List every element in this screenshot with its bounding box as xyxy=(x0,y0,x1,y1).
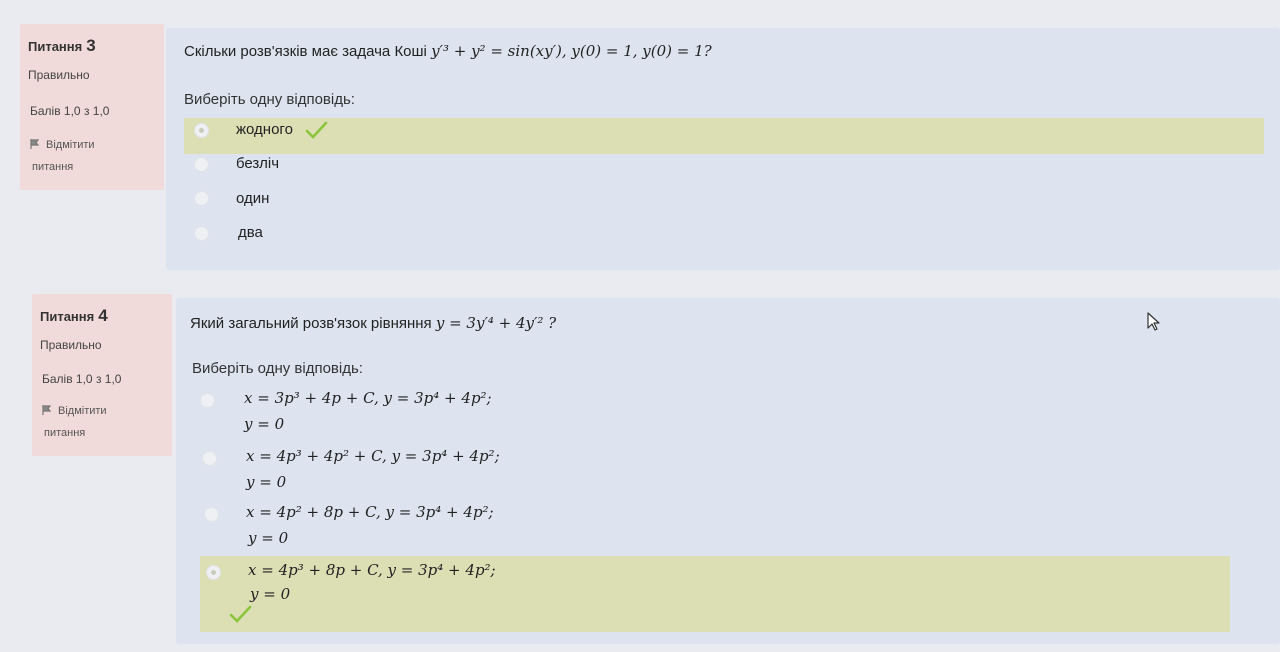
q4-answer-0-line1: x = 3p³ + 4p + C, y = 3p⁴ + 4p²; xyxy=(244,389,492,407)
q4-flag-text-2: питання xyxy=(44,427,86,439)
q4-state: Правильно xyxy=(40,338,102,352)
q4-answer-1-line1: x = 4p³ + 4p² + C, y = 3p⁴ + 4p²; xyxy=(246,447,500,465)
flag-icon xyxy=(42,401,52,415)
q4-number-label: Питання 4 xyxy=(40,306,108,326)
q3-answer-text-3: два xyxy=(238,224,263,241)
q3-answer-text-2: один xyxy=(236,190,270,207)
q3-label-text: Питання xyxy=(28,39,83,54)
q3-flag-question[interactable]: Відмітити питання xyxy=(30,134,95,178)
flag-icon xyxy=(30,135,40,149)
q4-answer-2-line2: y = 0 xyxy=(248,529,289,547)
q3-number: 3 xyxy=(86,36,96,55)
correct-check-icon xyxy=(304,120,328,145)
q4-radio-2[interactable] xyxy=(204,507,219,522)
q4-answer-1-line2: y = 0 xyxy=(246,473,287,491)
correct-check-icon xyxy=(228,604,252,629)
mouse-cursor-icon xyxy=(1146,312,1162,337)
q4-answer-2-line1: x = 4p² + 8p + C, y = 3p⁴ + 4p²; xyxy=(246,503,494,521)
q3-question-prefix: Скільки розв'язків має задача Коші xyxy=(184,43,427,60)
q3-radio-3[interactable] xyxy=(194,226,209,241)
q4-answer-3-line1: x = 4p³ + 8p + C, y = 3p⁴ + 4p²; xyxy=(248,561,496,579)
q3-number-label: Питання 3 xyxy=(28,36,96,56)
q3-prompt: Виберіть одну відповідь: xyxy=(184,91,355,108)
q3-answer-text-0: жодного xyxy=(236,121,293,138)
q4-radio-1[interactable] xyxy=(202,451,217,466)
q4-flag-text-1: Відмітити xyxy=(58,405,107,417)
q3-radio-0[interactable] xyxy=(194,123,209,138)
q3-answer-0 xyxy=(184,118,1264,154)
q3-state: Правильно xyxy=(28,68,90,82)
q3-flag-text-2: питання xyxy=(32,161,74,173)
q3-question-text: Скільки розв'язків має задача Коші y′³ +… xyxy=(184,42,712,60)
q4-grade: Балів 1,0 з 1,0 xyxy=(42,372,122,386)
q4-question-math: y = 3y′⁴ + 4y′² ? xyxy=(435,314,557,332)
q4-number: 4 xyxy=(98,306,108,325)
q4-radio-0[interactable] xyxy=(200,393,215,408)
q4-radio-3[interactable] xyxy=(206,565,221,580)
q4-flag-question[interactable]: Відмітити питання xyxy=(42,400,107,444)
q3-grade: Балів 1,0 з 1,0 xyxy=(30,104,110,118)
q3-flag-text-1: Відмітити xyxy=(46,139,95,151)
q3-radio-2[interactable] xyxy=(194,191,209,206)
q3-answer-text-1: безліч xyxy=(236,155,280,172)
q3-radio-1[interactable] xyxy=(194,157,209,172)
q4-label-text: Питання xyxy=(40,309,95,324)
q3-question-math: y′³ + y² = sin(xy′), y(0) = 1, y(0) = 1? xyxy=(431,42,712,60)
q4-answer-3-line2: y = 0 xyxy=(250,585,291,603)
q4-answer-0-line2: y = 0 xyxy=(244,415,285,433)
q4-prompt: Виберіть одну відповідь: xyxy=(192,360,363,377)
q4-question-prefix: Який загальний розв'язок рівняння xyxy=(190,315,432,332)
q4-question-text: Який загальний розв'язок рівняння y = 3y… xyxy=(190,314,556,332)
